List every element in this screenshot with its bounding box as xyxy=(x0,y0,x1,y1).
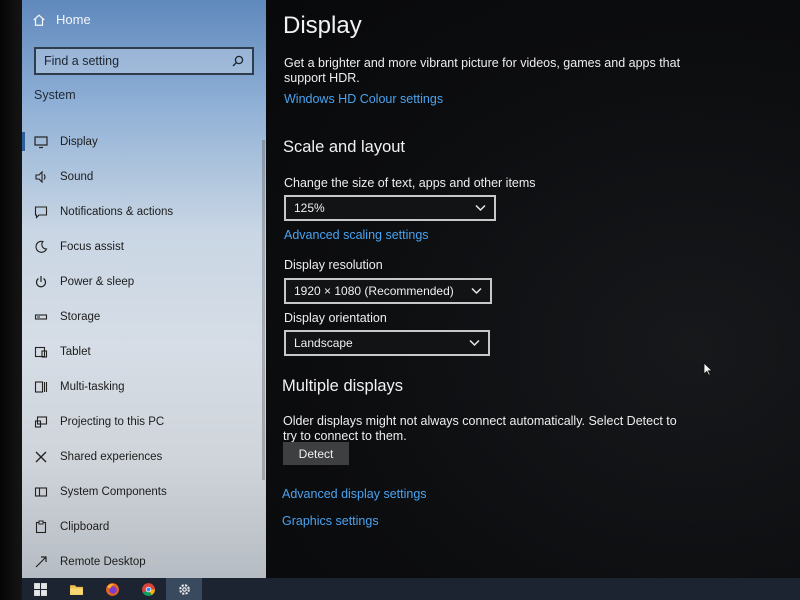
multitask-icon xyxy=(34,380,48,393)
home-nav[interactable]: Home xyxy=(32,12,91,27)
hdr-description-line1: Get a brighter and more vibrant picture … xyxy=(284,56,681,70)
chevron-down-icon xyxy=(475,204,486,212)
speaker-icon xyxy=(35,170,46,183)
resolution-label: Display resolution xyxy=(284,258,383,272)
sidebar-item-label: Multi-tasking xyxy=(60,380,125,393)
sidebar-item-label: System Components xyxy=(60,485,167,498)
sidebar-item-notifications[interactable]: Notifications & actions xyxy=(22,194,266,229)
resolution-dropdown[interactable]: 1920 × 1080 (Recommended) xyxy=(284,278,492,304)
orientation-dropdown[interactable]: Landscape xyxy=(284,330,490,356)
sidebar-item-label: Projecting to this PC xyxy=(60,415,165,428)
sidebar-item-label: Shared experiences xyxy=(60,450,163,463)
advanced-scaling-link[interactable]: Advanced scaling settings xyxy=(284,228,429,242)
search-input[interactable]: Find a setting xyxy=(34,47,254,75)
hdr-description-line2: support HDR. xyxy=(284,71,360,85)
orientation-value: Landscape xyxy=(294,336,353,350)
mouse-cursor-icon xyxy=(703,362,713,376)
home-icon xyxy=(33,13,45,26)
sidebar-item-tablet[interactable]: Tablet xyxy=(22,334,266,369)
firefox-icon xyxy=(105,582,119,596)
sidebar-item-label: Sound xyxy=(60,170,94,183)
chrome-button[interactable] xyxy=(130,578,166,600)
sidebar-item-shared-experiences[interactable]: Shared experiences xyxy=(22,439,266,474)
settings-gear-icon xyxy=(178,583,190,595)
file-explorer-button[interactable] xyxy=(58,578,94,600)
page-title: Display xyxy=(283,12,362,39)
sidebar-item-label: Focus assist xyxy=(60,240,124,253)
monitor-icon xyxy=(34,135,48,148)
components-icon xyxy=(34,486,48,497)
scale-value: 125% xyxy=(294,201,325,215)
scale-dropdown[interactable]: 125% xyxy=(284,195,496,221)
screen-bezel xyxy=(0,0,22,600)
settings-taskbar-button[interactable] xyxy=(166,578,202,600)
section-title: System xyxy=(34,88,76,102)
share-icon xyxy=(35,451,47,462)
home-label: Home xyxy=(56,12,91,27)
scale-layout-heading: Scale and layout xyxy=(283,138,406,156)
sidebar-item-power-sleep[interactable]: Power & sleep xyxy=(22,264,266,299)
display-settings-page: Display Get a brighter and more vibrant … xyxy=(266,0,800,578)
sidebar-item-label: Storage xyxy=(60,310,101,323)
tablet-icon xyxy=(34,346,48,358)
message-icon xyxy=(34,205,48,219)
sidebar-item-clipboard[interactable]: Clipboard xyxy=(22,509,266,544)
sidebar-scrollbar[interactable] xyxy=(262,140,265,480)
chevron-down-icon xyxy=(471,287,482,295)
firefox-button[interactable] xyxy=(94,578,130,600)
windows-start-icon xyxy=(33,582,47,596)
chrome-icon xyxy=(141,582,155,596)
multiple-displays-description-line1: Older displays might not always connect … xyxy=(283,414,677,428)
advanced-display-settings-link[interactable]: Advanced display settings xyxy=(282,487,427,501)
sidebar-item-label: Tablet xyxy=(60,345,91,358)
sidebar-item-label: Notifications & actions xyxy=(60,205,174,218)
taskbar xyxy=(22,578,800,600)
file-explorer-icon xyxy=(69,584,83,595)
graphics-settings-link[interactable]: Graphics settings xyxy=(282,514,379,528)
resolution-value: 1920 × 1080 (Recommended) xyxy=(294,284,454,298)
detect-button[interactable]: Detect xyxy=(283,442,349,465)
sidebar-item-projecting[interactable]: Projecting to this PC xyxy=(22,404,266,439)
sidebar-item-display[interactable]: Display xyxy=(22,124,266,159)
sidebar-item-sound[interactable]: Sound xyxy=(22,159,266,194)
search-icon xyxy=(232,55,244,67)
sidebar-item-label: Display xyxy=(60,135,98,148)
sidebar-item-focus-assist[interactable]: Focus assist xyxy=(22,229,266,264)
chevron-down-icon xyxy=(469,339,480,347)
sidebar-list: Display Sound Notifications & actions Fo… xyxy=(22,124,266,578)
sidebar-item-system-components[interactable]: System Components xyxy=(22,474,266,509)
settings-sidebar: Home Find a setting System Display Sound… xyxy=(22,0,266,578)
windows-hd-colour-link[interactable]: Windows HD Colour settings xyxy=(284,92,443,106)
search-placeholder: Find a setting xyxy=(44,54,120,68)
storage-icon xyxy=(34,313,48,320)
project-icon xyxy=(34,415,48,428)
moon-icon xyxy=(35,240,48,253)
clipboard-icon xyxy=(35,520,47,533)
scale-label: Change the size of text, apps and other … xyxy=(284,176,536,190)
power-icon xyxy=(35,275,47,287)
sidebar-item-label: Remote Desktop xyxy=(60,555,146,568)
multiple-displays-heading: Multiple displays xyxy=(282,377,404,395)
remote-desktop-icon xyxy=(35,555,47,567)
windows-start-button[interactable] xyxy=(22,578,58,600)
sidebar-item-storage[interactable]: Storage xyxy=(22,299,266,334)
sidebar-item-remote-desktop[interactable]: Remote Desktop xyxy=(22,544,266,578)
sidebar-item-label: Clipboard xyxy=(60,520,110,533)
orientation-label: Display orientation xyxy=(284,311,387,325)
sidebar-item-multitasking[interactable]: Multi-tasking xyxy=(22,369,266,404)
sidebar-item-label: Power & sleep xyxy=(60,275,135,288)
